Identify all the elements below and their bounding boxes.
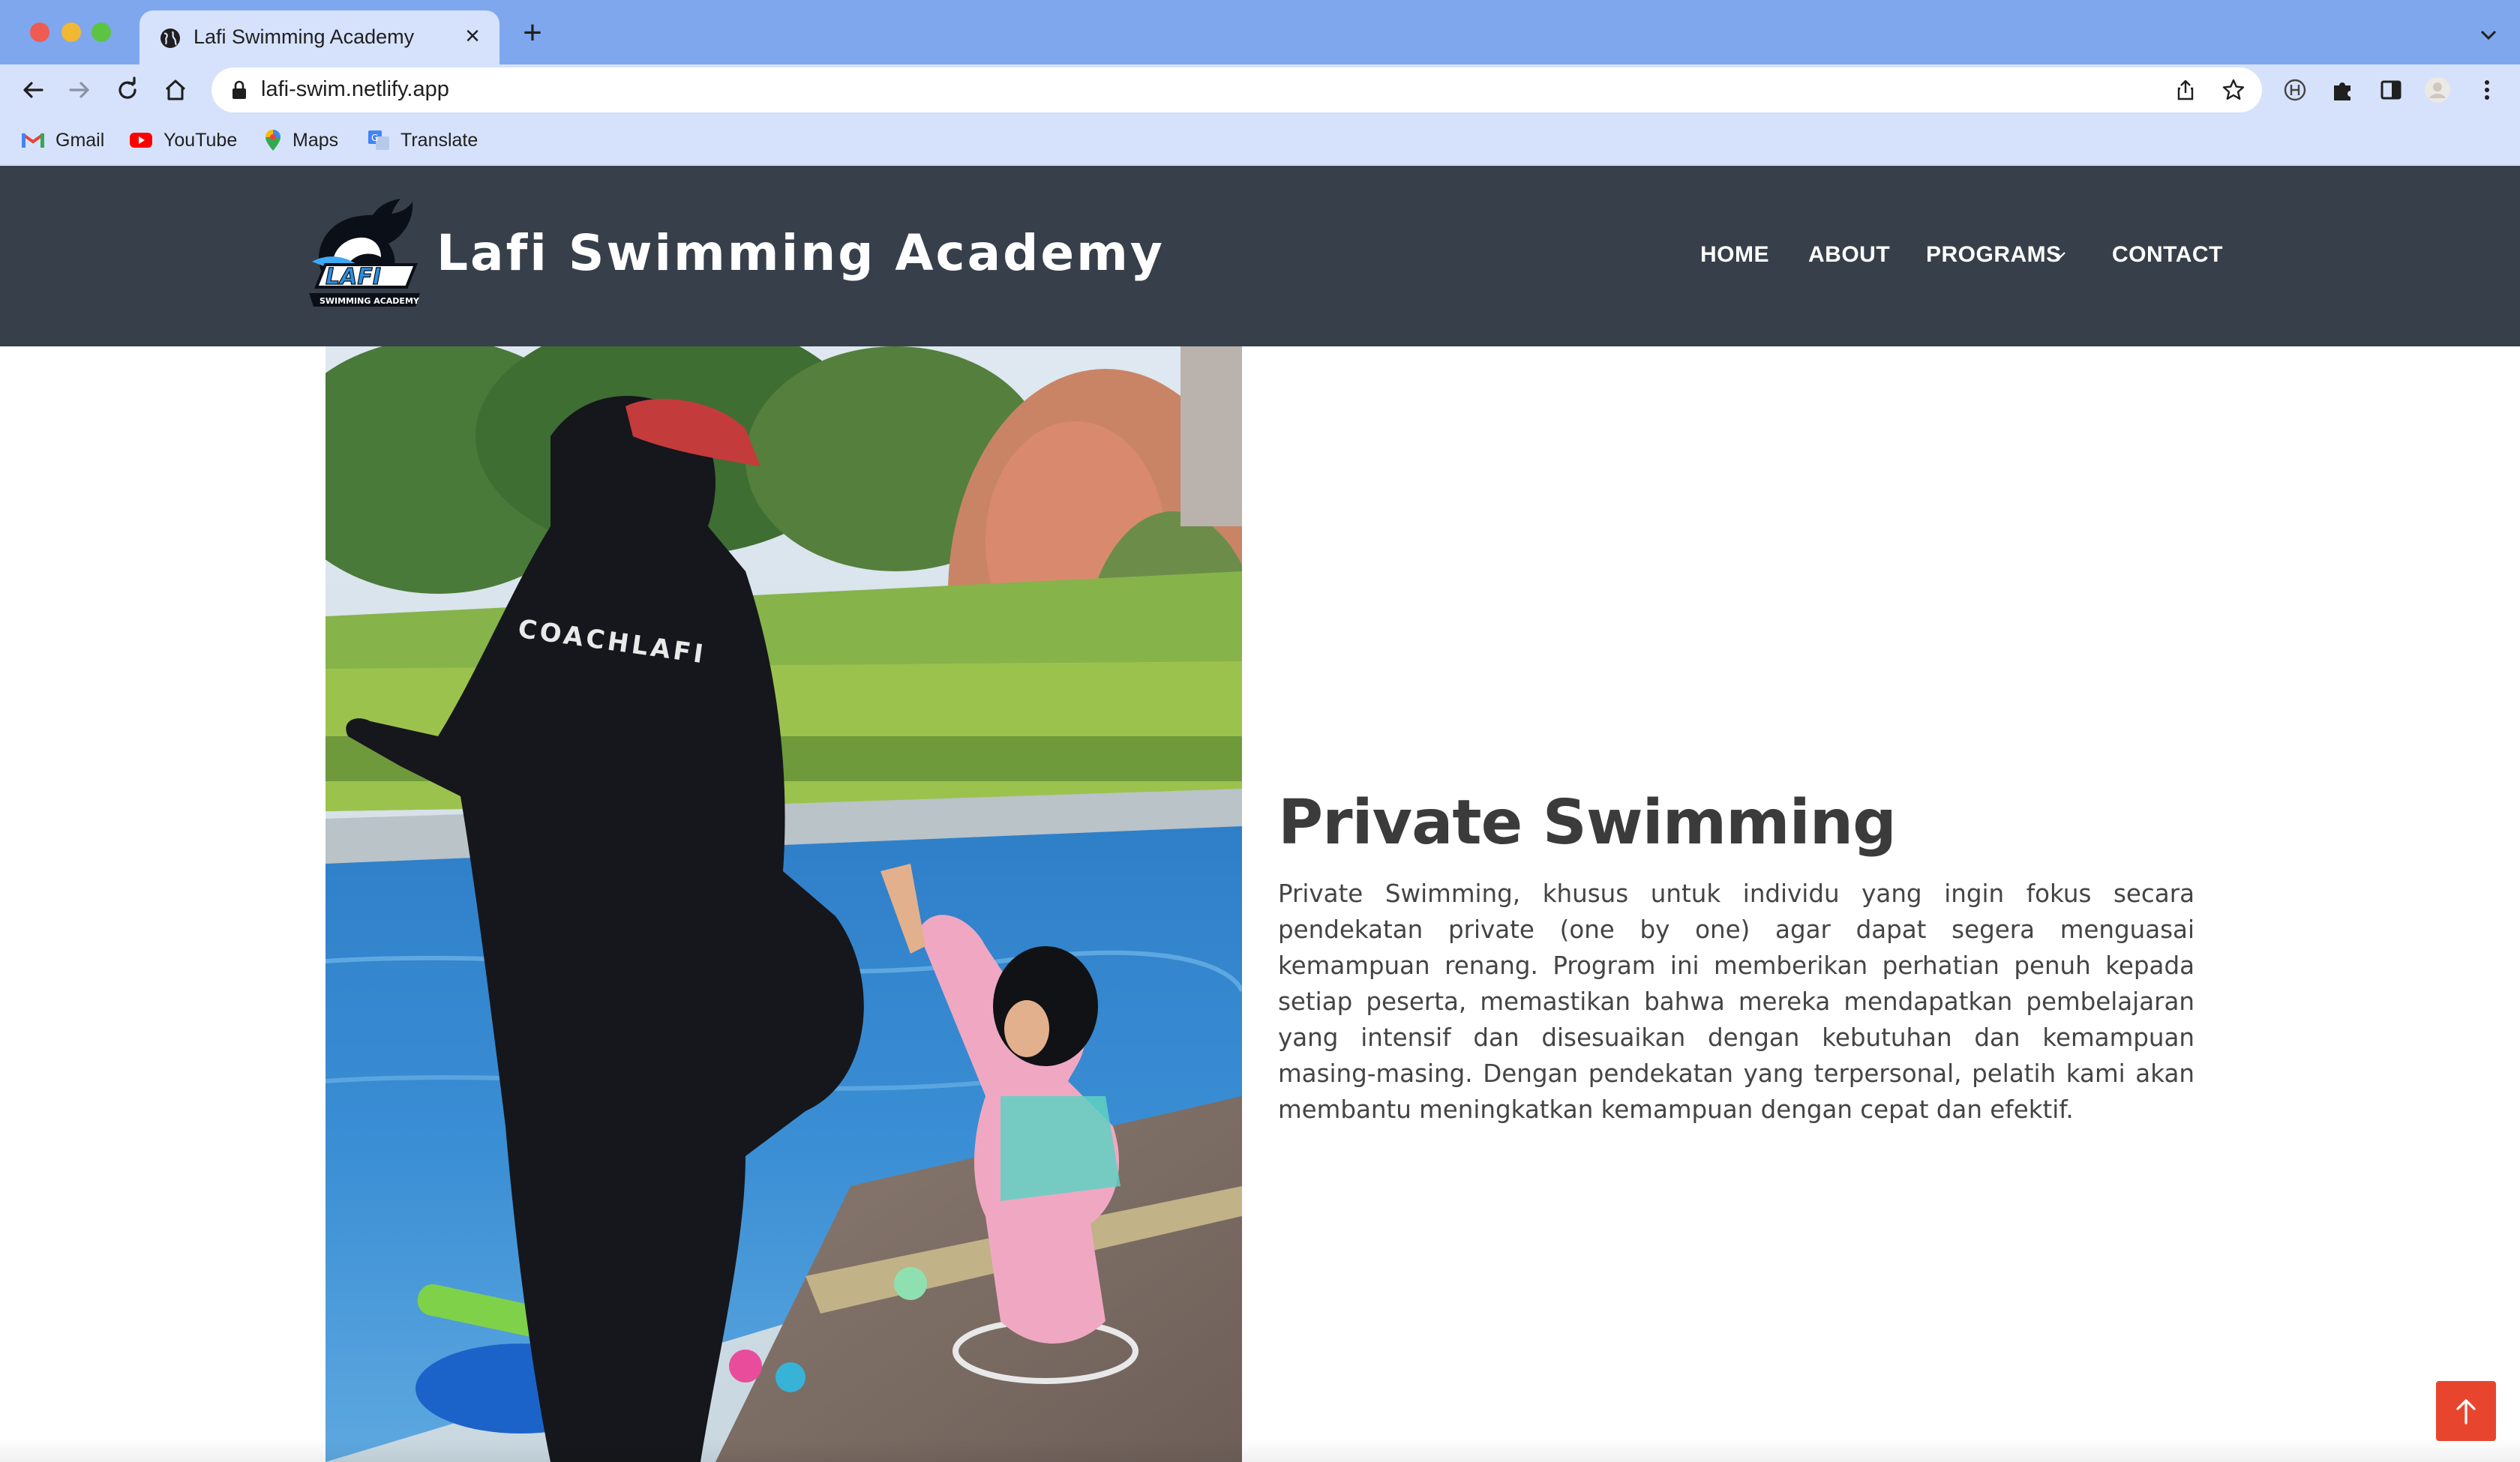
bookmark-translate[interactable]: G Translate [368, 124, 478, 156]
chevron-down-icon[interactable] [2050, 247, 2067, 264]
profile-avatar-icon[interactable] [2422, 75, 2452, 105]
svg-text:SWIMMING ACADEMY: SWIMMING ACADEMY [320, 296, 420, 306]
translate-icon: G [368, 130, 389, 150]
bookmark-label: Translate [400, 129, 478, 151]
url-text[interactable]: lafi-swim.netlify.app [261, 77, 449, 102]
nav-home-link[interactable]: HOME [1700, 242, 1769, 268]
scroll-to-top-button[interactable] [2436, 1381, 2496, 1441]
bookmark-label: Maps [292, 129, 339, 151]
tab-search-chevron-icon[interactable] [2475, 21, 2502, 48]
extension-h-icon[interactable] [2280, 75, 2310, 105]
nav-programs-link[interactable]: PROGRAMS [1926, 242, 2062, 268]
bookmark-maps[interactable]: Maps [264, 124, 338, 156]
extensions-puzzle-icon[interactable] [2328, 75, 2358, 105]
svg-text:LAFI: LAFI [326, 264, 381, 290]
tab-close-icon[interactable]: × [459, 22, 486, 49]
bookmark-label: Gmail [56, 129, 105, 151]
maps-icon [266, 130, 280, 151]
forward-arrow-icon[interactable] [64, 75, 94, 105]
site-header: LAFI SWIMMING ACADEMY Lafi Swimming Acad… [0, 166, 2520, 346]
svg-text:G: G [371, 133, 378, 143]
gmail-icon [21, 133, 45, 148]
site-brand-title[interactable]: Lafi Swimming Academy [436, 224, 1165, 282]
window-maximize-button[interactable] [92, 22, 111, 42]
back-arrow-icon[interactable] [18, 75, 48, 105]
nav-contact-link[interactable]: CONTACT [2112, 242, 2223, 268]
program-title: Private Swimming [1278, 787, 1897, 858]
nav-about-link[interactable]: ABOUT [1808, 242, 1890, 268]
arrow-up-icon [2456, 1399, 2476, 1425]
lock-icon[interactable] [230, 79, 249, 100]
page-bottom-shadow [0, 1440, 2520, 1462]
program-description: Private Swimming, khusus untuk individu … [1278, 879, 2194, 1124]
window-minimize-button[interactable] [62, 22, 81, 42]
browser-toolbar: lafi-swim.netlify.app [0, 64, 2520, 115]
home-icon[interactable] [160, 75, 190, 105]
bookmark-gmail[interactable]: Gmail [21, 124, 104, 156]
share-icon[interactable] [2174, 78, 2198, 102]
lafi-logo-orca-icon[interactable]: LAFI SWIMMING ACADEMY [303, 197, 426, 314]
browser-tabstrip: Lafi Swimming Academy × + [0, 0, 2520, 64]
youtube-icon [130, 133, 152, 148]
coach-and-child-pool-photo: COACHLAFI [326, 346, 1242, 1462]
bookmark-youtube[interactable]: YouTube [129, 124, 237, 156]
program-photo: COACHLAFI [326, 346, 1242, 1462]
browser-tab-active[interactable]: Lafi Swimming Academy × [140, 10, 500, 64]
side-panel-icon[interactable] [2376, 75, 2406, 105]
reload-icon[interactable] [112, 75, 142, 105]
address-bar[interactable]: lafi-swim.netlify.app [212, 67, 2262, 112]
bookmarks-bar: Gmail YouTube Maps G Translate [0, 115, 2520, 165]
more-menu-icon[interactable] [2472, 75, 2502, 105]
tab-title: Lafi Swimming Academy [194, 25, 415, 48]
globe-icon [160, 28, 180, 48]
bookmark-star-icon[interactable] [2222, 78, 2246, 102]
bookmark-label: YouTube [164, 129, 238, 151]
window-close-button[interactable] [30, 22, 50, 42]
new-tab-button[interactable]: + [518, 16, 548, 49]
